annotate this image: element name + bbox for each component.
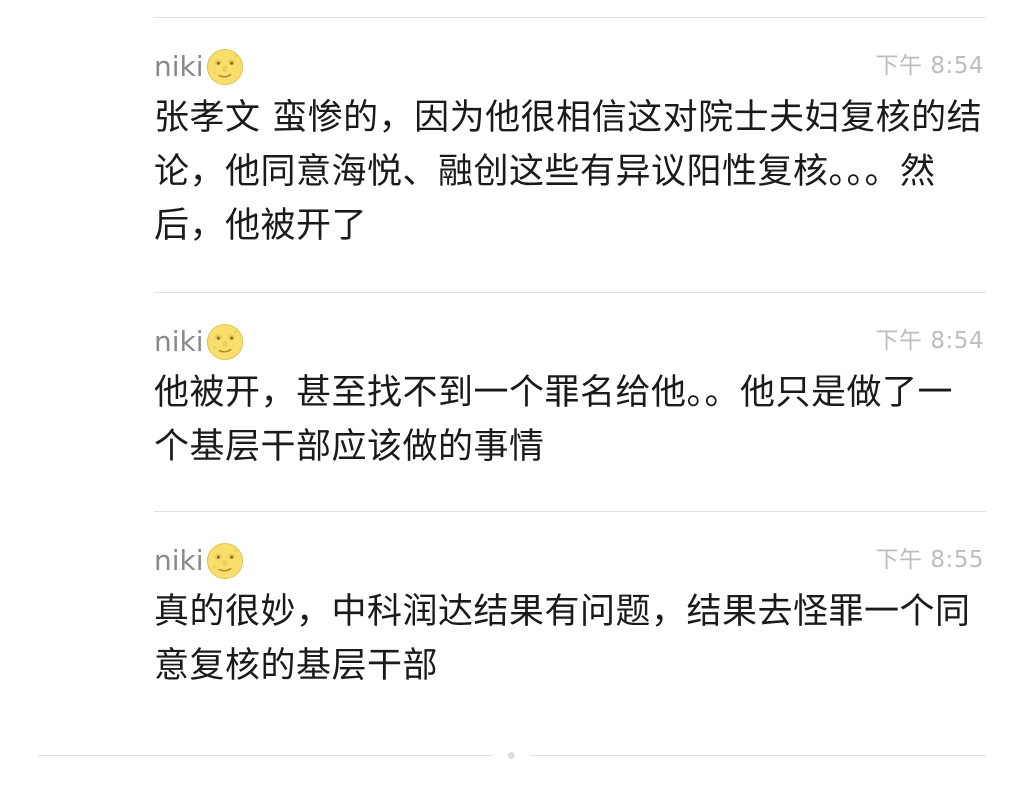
sender-name[interactable]: niki [154,541,204,581]
chat-message[interactable]: niki 下午 8:54 张孝文 蛮惨的，因为他很相信这对院士夫妇复核的结论，他… [154,47,986,253]
chat-message[interactable]: niki 下午 8:54 他被开，甚至找不到一个罪名给他。。他只是做了一个基层干… [154,322,986,474]
separator-dot [508,752,515,759]
bottom-divider-left [38,755,493,756]
message-text[interactable]: 他被开，甚至找不到一个罪名给他。。他只是做了一个基层干部应该做的事情 [154,366,986,474]
message-time: 下午 8:54 [875,53,984,79]
message-divider [154,511,986,512]
top-divider [154,17,986,18]
message-time: 下午 8:55 [875,547,984,573]
message-header: niki 下午 8:54 [154,47,986,91]
bottom-divider-right [530,755,986,756]
sender[interactable]: niki [154,322,244,362]
full-moon-face-icon [206,542,243,580]
sender[interactable]: niki [154,47,244,87]
message-text[interactable]: 张孝文 蛮惨的，因为他很相信这对院士夫妇复核的结论，他同意海悦、融创这些有异议阳… [154,91,986,253]
message-header: niki 下午 8:55 [154,541,986,585]
full-moon-face-icon [206,48,243,86]
sender[interactable]: niki [154,541,244,581]
sender-name[interactable]: niki [154,322,204,362]
message-text[interactable]: 真的很妙，中科润达结果有问题，结果去怪罪一个同意复核的基层干部 [154,585,986,693]
full-moon-face-icon [206,323,243,361]
message-time: 下午 8:54 [875,328,984,354]
message-divider [154,292,986,293]
message-header: niki 下午 8:54 [154,322,986,366]
sender-name[interactable]: niki [154,47,204,87]
chat-message[interactable]: niki 下午 8:55 真的很妙，中科润达结果有问题，结果去怪罪一个同意复核的… [154,541,986,693]
